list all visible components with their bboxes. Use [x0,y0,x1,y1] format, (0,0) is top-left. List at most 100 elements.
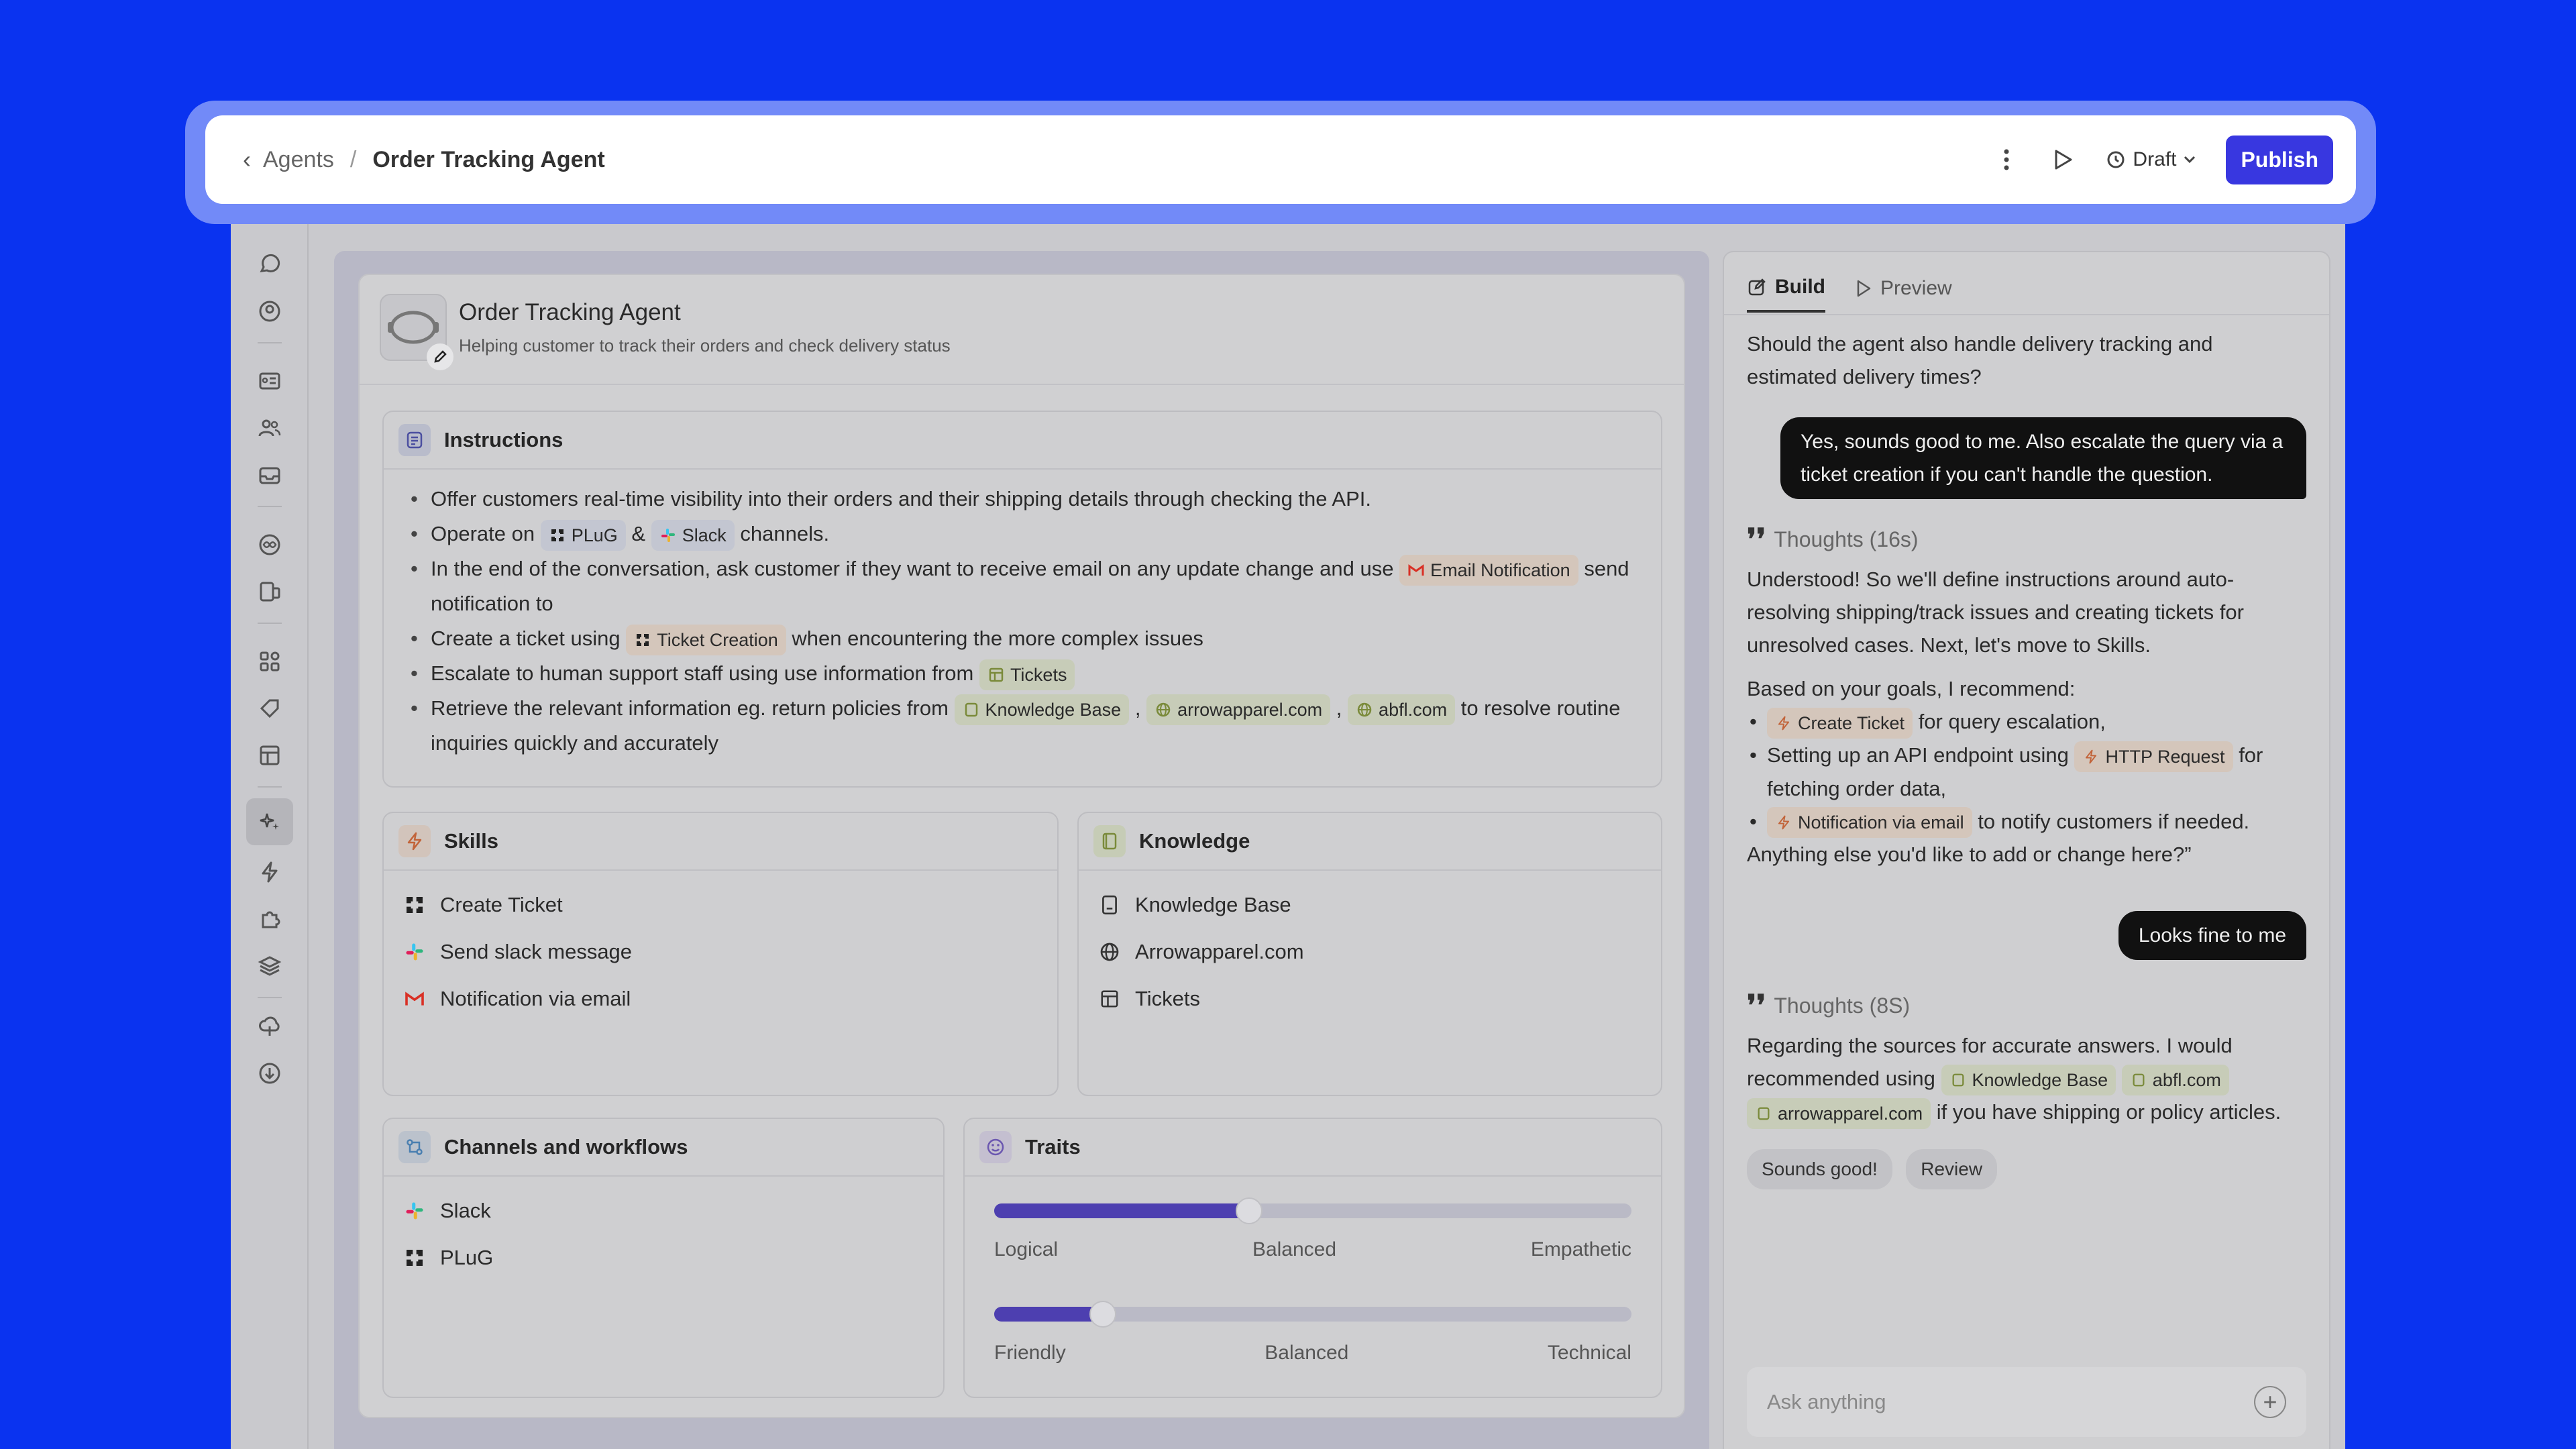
trait-slider-logical-empathetic[interactable]: Logical Balanced Empathetic [994,1197,1631,1261]
arrowapparel-chip[interactable]: arrowapparel.com [1146,694,1331,725]
lightning-icon[interactable] [254,856,286,888]
more-vertical-icon[interactable] [1993,146,2020,173]
chip-label: Slack [682,525,727,545]
knowledge-list: Knowledge Base Arrowapparel.com Tickets [1079,871,1661,1022]
play-icon[interactable] [2049,146,2076,173]
instructions-header: Instructions [384,412,1661,470]
gmail-icon [1407,561,1425,579]
knowledge-item-tickets[interactable]: Tickets [1097,975,1642,1022]
contact-card-icon[interactable] [254,365,286,397]
infinity-icon[interactable] [254,529,286,561]
devices-icon[interactable] [254,576,286,608]
thoughts-toggle[interactable]: ❜❜ Thoughts (8S) [1747,991,2306,1020]
globe-icon [1356,701,1373,718]
slider-track[interactable] [994,1301,1631,1328]
top-bar: ‹ Agents / Order Tracking Agent Draft Pu… [205,115,2356,204]
users-icon[interactable] [254,412,286,444]
traits-title: Traits [1025,1135,1081,1159]
email-notification-chip[interactable]: Email Notification [1399,554,1578,586]
assistant-message: Based on your goals, I recommend: [1747,677,2076,700]
instruction-text: , [1134,696,1141,720]
chip-label: arrowapparel.com [1778,1104,1923,1124]
robot-icon [388,311,439,344]
abfl-chip[interactable]: abfl.com [1348,694,1456,725]
cloud-upload-icon[interactable] [254,1010,286,1042]
tab-label: Preview [1880,277,1952,299]
knowledge-item-kb[interactable]: Knowledge Base [1097,881,1642,928]
tab-preview[interactable]: Preview [1855,264,1952,313]
knowledge-item-arrowapparel[interactable]: Arrowapparel.com [1097,928,1642,975]
slider-track[interactable] [994,1197,1631,1224]
knowledge-base-chip[interactable]: Knowledge Base [954,694,1130,725]
sounds-good-button[interactable]: Sounds good! [1747,1149,1892,1190]
tab-build[interactable]: Build [1747,264,1825,313]
layers-icon[interactable] [254,950,286,982]
slider-handle[interactable] [1236,1197,1263,1224]
quick-replies: Sounds good! Review [1747,1149,2306,1190]
breadcrumb-agents[interactable]: Agents [263,147,334,173]
instruction-item: Operate on PLuG & Slack channels. [411,517,1641,551]
thoughts-toggle[interactable]: ❜❜ Thoughts (16s) [1747,525,2306,554]
gmail-icon [402,987,427,1011]
breadcrumb-current: Order Tracking Agent [372,146,605,172]
skill-item-email[interactable]: Notification via email [402,975,1038,1022]
user-circle-icon[interactable] [254,295,286,327]
document-icon [398,424,431,456]
lightning-icon [2082,748,2100,765]
slider-scale: Logical Balanced Empathetic [994,1238,1631,1261]
book-icon [1093,825,1126,857]
slider-handle[interactable] [1089,1301,1116,1328]
skill-label: Send slack message [440,940,633,963]
ticket-creation-chip[interactable]: Ticket Creation [626,624,786,655]
book-icon [1949,1071,1967,1089]
chevron-left-icon[interactable]: ‹ [243,146,251,174]
assistant-message: Should the agent also handle delivery tr… [1747,332,2213,388]
plug-icon [402,1246,427,1270]
chip-label: Ticket Creation [657,629,778,650]
channel-item-slack[interactable]: Slack [402,1187,924,1234]
table-grid-icon[interactable] [254,739,286,771]
instruction-text: Operate on [431,522,535,545]
sidebar-divider [258,623,282,624]
skills-list: Create Ticket Send slack message Notific… [384,871,1057,1022]
plug-chip[interactable]: PLuG [540,519,626,551]
apps-icon[interactable] [254,645,286,678]
ask-input[interactable]: Ask anything + [1747,1367,2306,1437]
chat-icon[interactable] [254,248,286,280]
globe-icon [1097,940,1122,964]
arrowapparel-chip[interactable]: arrowapparel.com [1747,1098,1931,1130]
slack-chip[interactable]: Slack [651,519,735,551]
notification-email-chip[interactable]: Notification via email [1767,807,1972,839]
puzzle-icon[interactable] [254,903,286,935]
publish-button[interactable]: Publish [2226,135,2333,184]
instruction-text: In the end of the conversation, ask cust… [431,557,1394,580]
tag-icon[interactable] [254,692,286,724]
channels-panel: Channels and workflows Slack PLuG [382,1118,945,1398]
agent-avatar[interactable] [380,294,453,370]
abfl-chip[interactable]: abfl.com [2121,1065,2229,1096]
chip-label: Email Notification [1430,559,1570,580]
inbox-add-icon[interactable] [254,459,286,491]
sparkle-agent-icon[interactable] [246,798,293,845]
chip-label: Knowledge Base [1972,1070,2108,1091]
tickets-chip[interactable]: Tickets [979,659,1075,690]
http-request-chip[interactable]: HTTP Request [2074,741,2233,772]
draft-dropdown[interactable]: Draft [2106,148,2196,171]
channel-label: PLuG [440,1246,494,1269]
instruction-text: Offer customers real-time visibility int… [431,487,1371,511]
knowledge-base-chip[interactable]: Knowledge Base [1941,1065,2116,1096]
skill-item-slack[interactable]: Send slack message [402,928,1038,975]
channel-item-plug[interactable]: PLuG [402,1234,924,1281]
trait-slider-friendly-technical[interactable]: Friendly Balanced Technical [994,1301,1631,1364]
instruction-text: , [1336,696,1342,720]
download-circle-icon[interactable] [254,1057,286,1089]
skill-item-create-ticket[interactable]: Create Ticket [402,881,1038,928]
channel-label: Slack [440,1199,491,1222]
knowledge-header: Knowledge [1079,813,1661,871]
create-ticket-chip[interactable]: Create Ticket [1767,707,1913,739]
review-button[interactable]: Review [1906,1149,1998,1190]
chip-label: PLuG [571,525,618,545]
plus-icon[interactable]: + [2254,1386,2286,1418]
pencil-icon[interactable] [427,343,453,370]
recommendation-text: Setting up an API endpoint using [1767,743,2069,767]
